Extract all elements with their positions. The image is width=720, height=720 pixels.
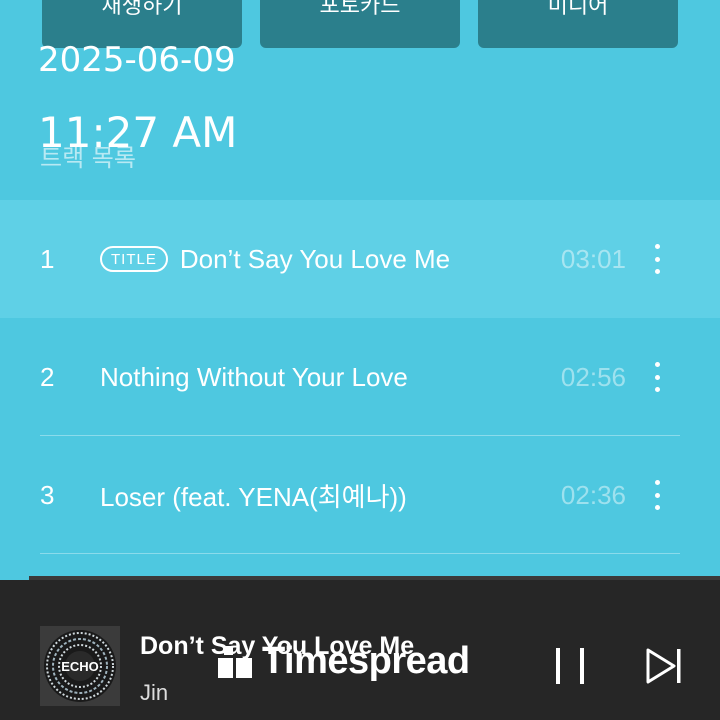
more-vertical-icon[interactable] (652, 244, 662, 274)
more-vertical-icon[interactable] (652, 480, 662, 510)
timespread-logo-icon (218, 645, 252, 678)
overlay-time: 11:27 AM (38, 108, 238, 157)
media-button[interactable]: 미디어 (478, 0, 678, 48)
pause-icon[interactable] (552, 646, 588, 686)
track-number: 3 (40, 479, 55, 510)
track-duration: 03:01 (560, 243, 626, 274)
now-playing-artist: Jin (140, 680, 169, 705)
track-title: Nothing Without Your Love (100, 361, 408, 392)
title-badge: TITLE (100, 246, 168, 272)
track-row[interactable]: 1 TITLE Don’t Say You Love Me 03:01 (0, 200, 720, 318)
track-row[interactable]: 2 Nothing Without Your Love 02:56 (0, 318, 720, 436)
album-art[interactable]: ECHO (40, 626, 120, 706)
skip-next-icon[interactable] (644, 646, 684, 686)
playback-progress-bar[interactable] (0, 576, 720, 580)
track-title: Loser (feat. YENA(최예나)) (100, 481, 407, 512)
track-duration: 02:56 (560, 361, 626, 392)
track-title: Don’t Say You Love Me (179, 243, 451, 274)
album-art-text: ECHO (61, 659, 99, 674)
photocard-button[interactable]: 포토카드 (260, 0, 460, 48)
track-number: 2 (40, 361, 55, 392)
watermark: Timespread (218, 640, 470, 683)
track-list: 1 TITLE Don’t Say You Love Me 03:01 2 No… (0, 200, 720, 554)
track-row[interactable]: 3 Loser (feat. YENA(최예나)) 02:36 (0, 436, 720, 554)
playback-progress-fill (0, 576, 29, 580)
more-vertical-icon[interactable] (652, 362, 662, 392)
divider (40, 553, 680, 554)
track-number: 1 (40, 243, 55, 274)
watermark-text: Timespread (262, 640, 470, 682)
track-duration: 02:36 (560, 479, 626, 510)
album-art-image: ECHO (40, 626, 120, 706)
mini-player[interactable]: ECHO Don’t Say You Love Me Jin Timesprea… (0, 576, 720, 720)
overlay-date: 2025-06-09 (38, 40, 236, 80)
